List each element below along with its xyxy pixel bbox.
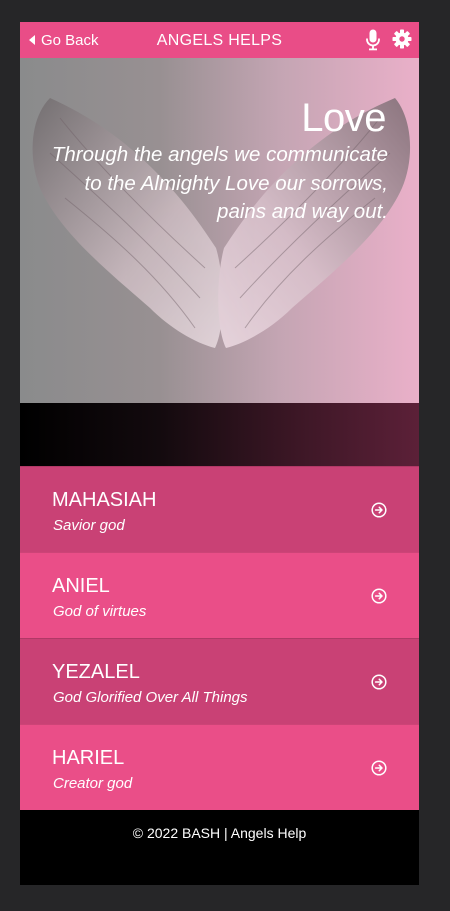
footer-copyright: © 2022 BASH | Angels Help [132,825,307,841]
angel-item-yezalel[interactable]: YEZALEL God Glorified Over All Things [20,638,419,724]
angel-subtitle: God Glorified Over All Things [53,689,248,706]
angel-item-hariel[interactable]: HARIEL Creator god [20,724,419,810]
top-bar: Go Back ANGELS HELPS [20,22,419,58]
angel-list: MAHASIAH Savior god ANIEL God of virtues… [20,466,419,810]
microphone-icon[interactable] [365,29,381,51]
angel-item-mahasiah[interactable]: MAHASIAH Savior god [20,466,419,552]
arrow-circle-right-icon [371,502,387,518]
hero-banner: Love Through the angels we communicate t… [20,58,419,403]
angel-subtitle: Creator god [53,775,133,792]
angel-subtitle: Savior god [53,517,125,534]
angel-item-aniel[interactable]: ANIEL God of virtues [20,552,419,638]
angel-name: HARIEL [52,747,125,769]
arrow-circle-right-icon [371,588,387,604]
hero-title: Love [301,96,386,140]
app-title: ANGELS HELPS [156,32,283,49]
arrow-circle-right-icon [371,674,387,690]
app-frame: Go Back ANGELS HELPS Love Through the an… [20,22,419,885]
gear-icon[interactable] [392,29,412,49]
hero-description: Through the angels we communicate to the… [51,143,388,223]
angel-name: MAHASIAH [52,489,157,511]
footer: © 2022 BASH | Angels Help [20,813,419,885]
gradient-band [20,403,419,466]
angel-name: YEZALEL [52,661,140,683]
arrow-circle-right-icon [371,760,387,776]
angel-name: ANIEL [52,575,110,597]
angel-subtitle: God of virtues [53,603,147,620]
